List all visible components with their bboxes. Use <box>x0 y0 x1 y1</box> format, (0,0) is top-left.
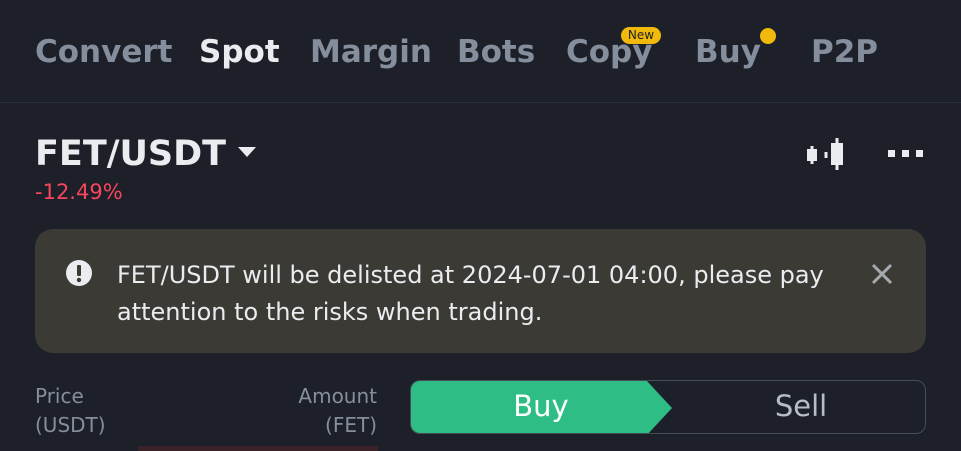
close-icon[interactable] <box>869 261 895 287</box>
amount-label: Amount <box>298 384 377 408</box>
caret-down-icon[interactable] <box>238 147 256 157</box>
candlestick-chart-icon[interactable] <box>803 134 849 174</box>
buy-sell-toggle: Buy Sell <box>410 380 926 434</box>
tab-buy[interactable]: Buy <box>695 34 761 70</box>
new-badge: New <box>621 27 661 44</box>
price-change-percent: -12.49% <box>35 180 123 204</box>
price-label: Price <box>35 384 84 408</box>
exclamation-icon <box>66 260 92 286</box>
price-unit: (USDT) <box>35 413 106 437</box>
sell-button[interactable]: Sell <box>741 389 861 423</box>
tab-spot[interactable]: Spot <box>199 34 280 70</box>
more-icon[interactable] <box>885 138 927 168</box>
amount-unit: (FET) <box>325 413 377 437</box>
delisting-alert-banner: FET/USDT will be delisted at 2024-07-01 … <box>35 229 926 353</box>
trading-pair-selector[interactable]: FET/USDT <box>35 134 226 174</box>
alert-message-line-2: attention to the risks when trading. <box>117 298 543 326</box>
top-tab-bar: Convert Spot Margin Bots Copy New Buy P2… <box>0 0 961 103</box>
alert-message-line-1: FET/USDT will be delisted at 2024-07-01 … <box>117 261 824 289</box>
tab-p2p[interactable]: P2P <box>811 34 878 70</box>
notification-dot <box>760 28 776 44</box>
tab-bots[interactable]: Bots <box>457 34 535 70</box>
amount-column-header: Amount (FET) <box>276 382 377 440</box>
buy-button[interactable]: Buy <box>481 389 601 423</box>
tab-margin[interactable]: Margin <box>310 34 432 70</box>
tab-convert[interactable]: Convert <box>35 34 172 70</box>
alert-message: FET/USDT will be delisted at 2024-07-01 … <box>117 257 837 331</box>
order-book-ask-row-partial <box>138 446 378 451</box>
price-column-header: Price (USDT) <box>35 382 106 440</box>
